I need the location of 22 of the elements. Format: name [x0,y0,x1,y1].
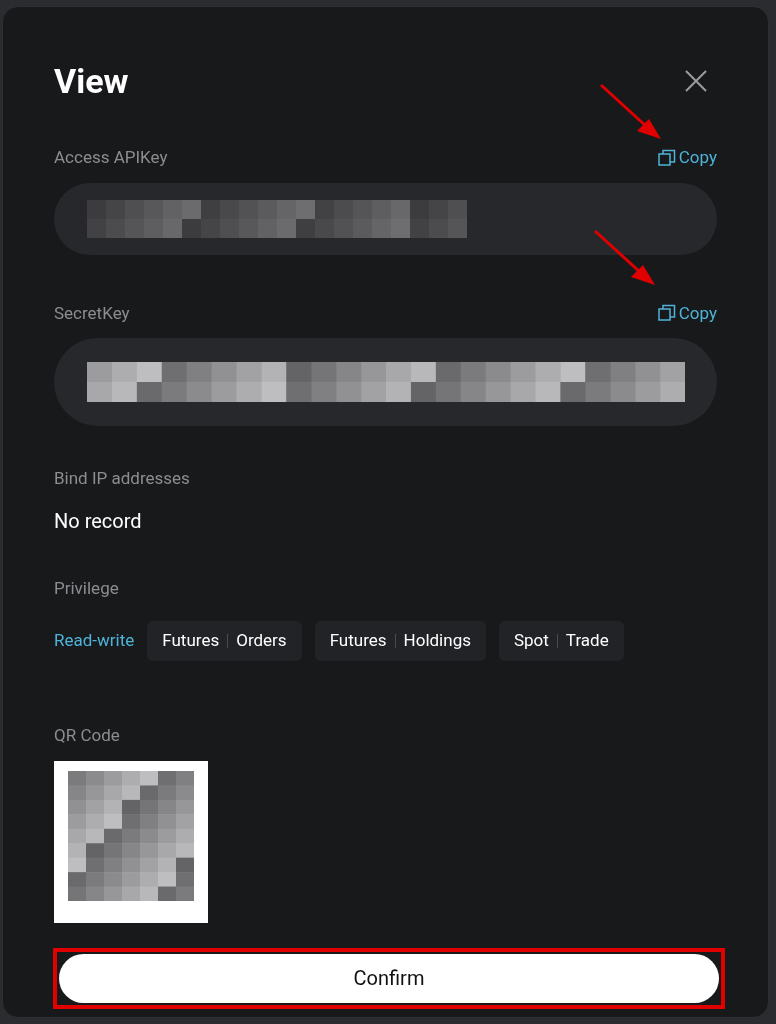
field-label: Access APIKey [54,146,168,169]
dialog-title: View [54,61,129,101]
copy-button[interactable]: Copy [657,145,717,171]
permission-group: Futures [329,628,387,654]
confirm-button[interactable]: Confirm [59,953,719,1003]
close-button[interactable] [683,68,709,94]
permission-group: Futures [162,628,220,654]
bind-ip-value: No record [54,507,143,535]
section-label: Bind IP addresses [54,467,191,490]
annotation-arrow [599,83,663,141]
field-label: SecretKey [54,301,130,325]
copy-button[interactable]: Copy [657,300,717,326]
permission-group: Spot [513,628,549,654]
section-label: Privilege [54,576,120,600]
copy-icon [657,148,676,167]
permission-action: Holdings [403,629,471,653]
copy-icon [657,304,676,323]
permission-action: Trade [565,629,609,653]
permission-action: Orders [236,629,287,653]
access-level: Read-write [54,629,135,653]
annotation-arrow [593,229,657,287]
section-label: QR Code [54,724,121,747]
